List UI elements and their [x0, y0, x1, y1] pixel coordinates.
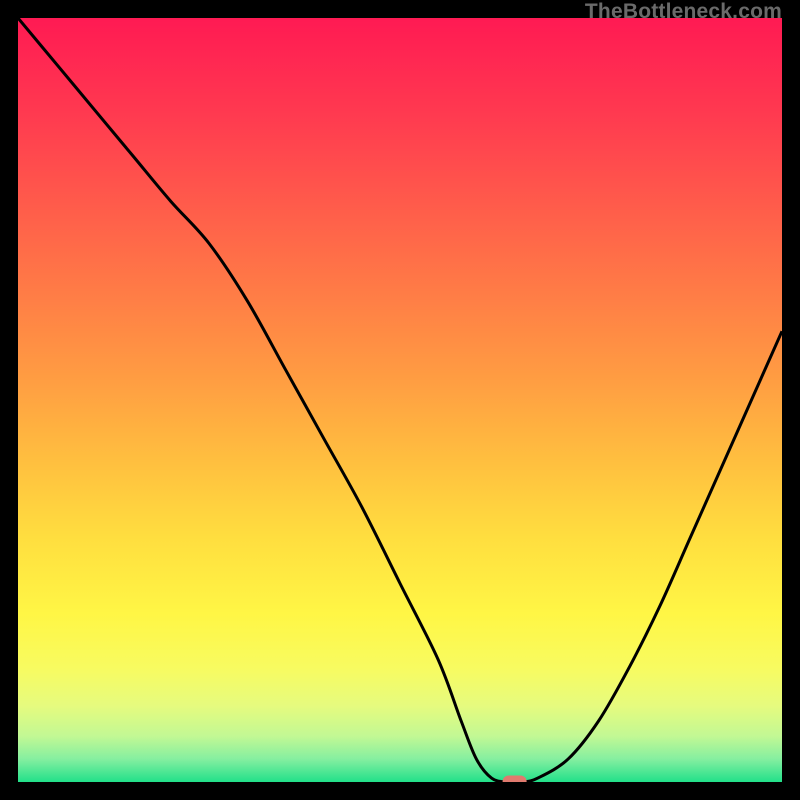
watermark-text: TheBottleneck.com — [585, 0, 782, 24]
plot-area — [18, 18, 782, 782]
bottleneck-curve — [18, 18, 782, 782]
curve-layer — [18, 18, 782, 782]
chart-frame: TheBottleneck.com — [0, 0, 800, 800]
minimum-marker — [503, 776, 527, 783]
